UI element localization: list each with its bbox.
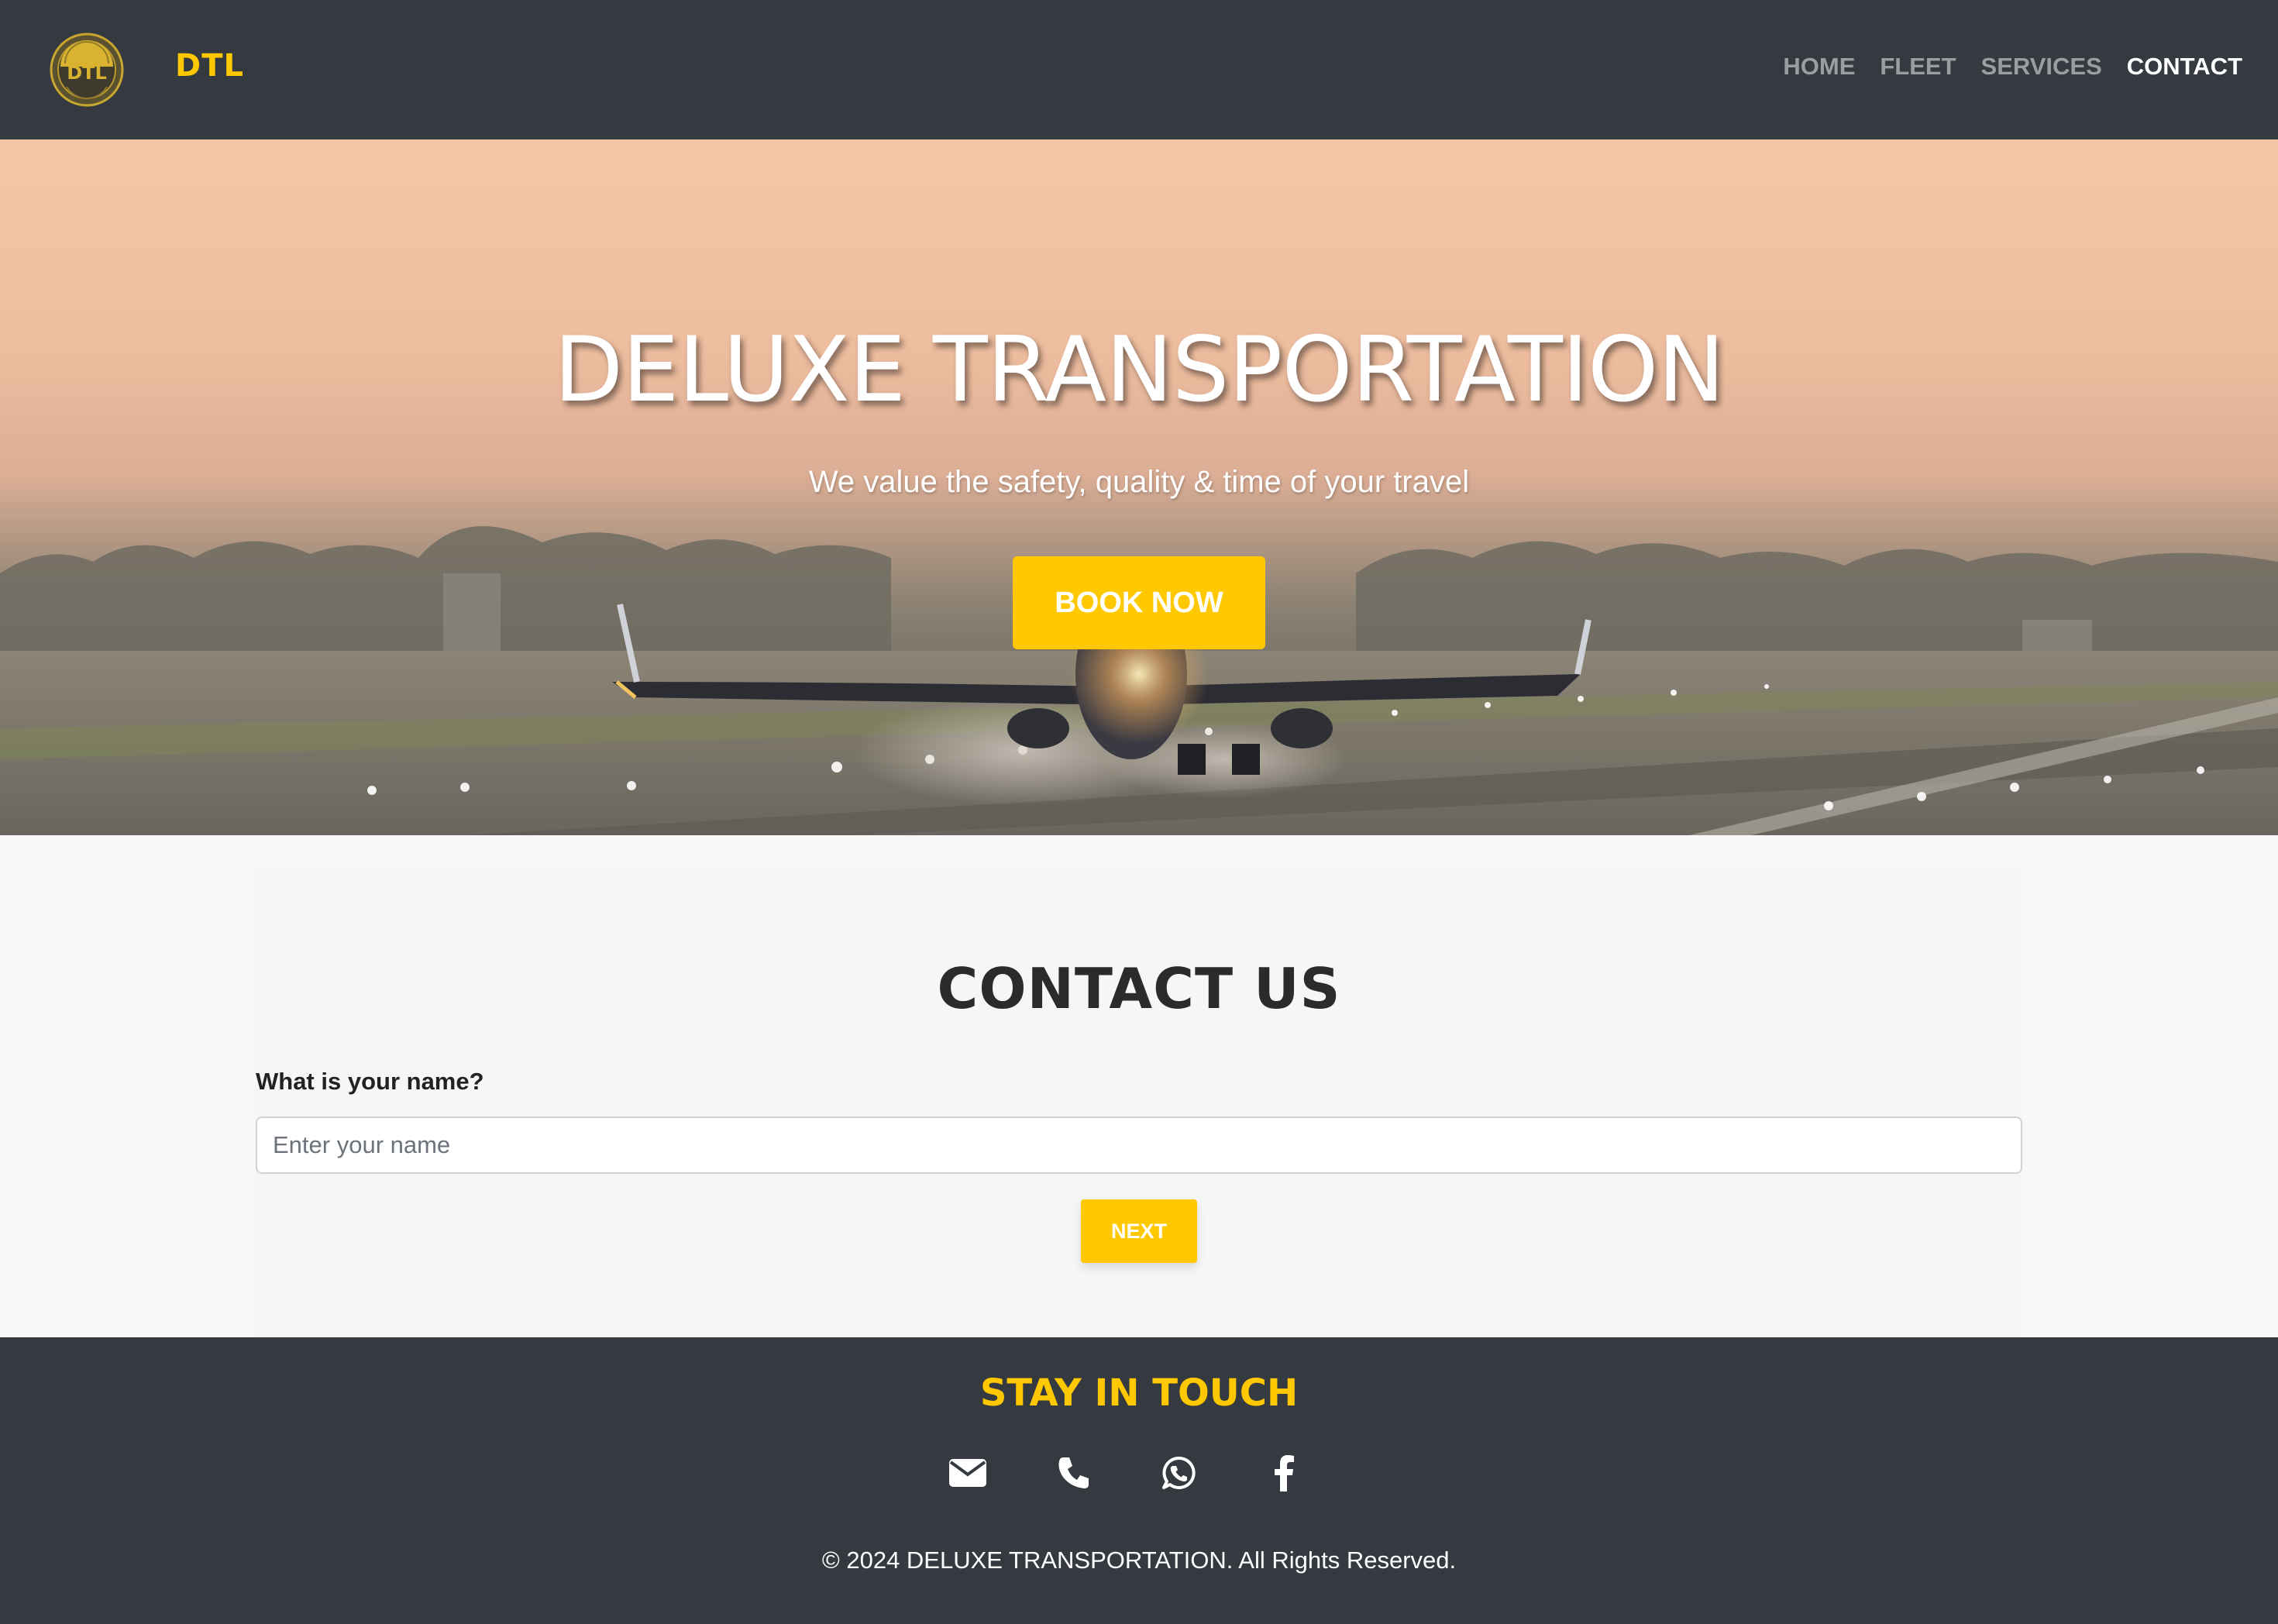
name-input[interactable] [256, 1116, 2022, 1174]
contact-card [256, 866, 2022, 1337]
nav-home[interactable]: HOME [1783, 53, 1855, 81]
phone-icon[interactable] [1052, 1452, 1094, 1494]
hero-title: DELUXE TRANSPORTATION [553, 318, 1725, 422]
nav-fleet[interactable]: FLEET [1880, 53, 1956, 81]
nav-contact[interactable]: CONTACT [2127, 53, 2242, 81]
contact-title: CONTACT US [937, 956, 1341, 1021]
footer-title: STAY IN TOUCH [979, 1371, 1299, 1415]
name-label: What is your name? [256, 1068, 484, 1095]
envelope-icon[interactable] [947, 1452, 989, 1494]
hero-section: DELUXE TRANSPORTATION We value the safet… [0, 139, 2278, 835]
facebook-icon[interactable] [1263, 1452, 1305, 1494]
logo[interactable]: DTL [50, 33, 124, 107]
book-now-button[interactable]: BOOK NOW [1013, 556, 1265, 649]
navbar: DTL DTL HOME FLEET SERVICES CONTACT [0, 0, 2278, 139]
whatsapp-icon[interactable] [1158, 1452, 1199, 1494]
footer: STAY IN TOUCH © 2024 DELUXE TRANSPORTATI… [0, 1337, 2278, 1624]
next-button[interactable]: NEXT [1081, 1199, 1197, 1263]
copyright-text: © 2024 DELUXE TRANSPORTATION. All Rights… [821, 1547, 1457, 1574]
brand-name[interactable]: DTL [175, 48, 244, 84]
nav-links: HOME FLEET SERVICES CONTACT [1783, 53, 2242, 81]
svg-text:DTL: DTL [67, 62, 107, 84]
nav-services[interactable]: SERVICES [1981, 53, 2102, 81]
hero-subtitle: We value the safety, quality & time of y… [808, 465, 1470, 499]
logo-emblem-icon: DTL [50, 33, 124, 107]
social-links [947, 1452, 1305, 1494]
